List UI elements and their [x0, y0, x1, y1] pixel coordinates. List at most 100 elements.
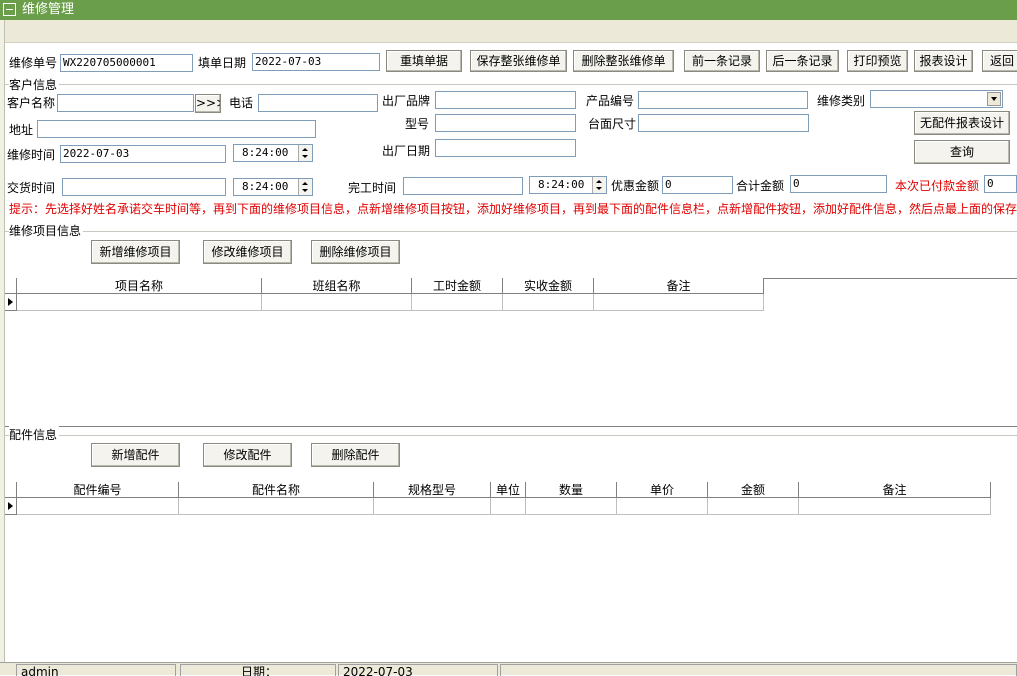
- table-cell[interactable]: [799, 498, 991, 515]
- add-repair-item-button[interactable]: 新增维修项目: [91, 240, 180, 264]
- edit-repair-item-button[interactable]: 修改维修项目: [203, 240, 292, 264]
- customer-section-title: 客户信息: [9, 76, 60, 94]
- col-labor-amount[interactable]: 工时金额: [412, 278, 503, 294]
- col-remarks[interactable]: 备注: [594, 278, 764, 294]
- fill-date-label: 填单日期: [198, 56, 247, 70]
- prev-record-button[interactable]: 前一条记录: [684, 50, 760, 72]
- address-field[interactable]: [37, 120, 316, 138]
- total-label: 合计金额: [736, 179, 785, 193]
- parts-grid[interactable]: 配件编号 配件名称 规格型号 单位 数量 单价 金额 备注: [5, 482, 991, 516]
- repair-time-field[interactable]: 8:24:00: [233, 144, 313, 162]
- edit-part-button[interactable]: 修改配件: [203, 443, 292, 467]
- table-cell[interactable]: [526, 498, 617, 515]
- factory-brand-label: 出厂品牌: [382, 94, 431, 108]
- status-date-label: 日期：: [180, 664, 336, 676]
- finish-date-field[interactable]: [403, 177, 523, 195]
- window-title: 维修管理: [22, 2, 75, 17]
- col-received-amount[interactable]: 实收金额: [503, 278, 594, 294]
- table-cell[interactable]: [17, 294, 262, 311]
- finish-time-value: 8:24:00: [538, 178, 585, 191]
- status-user: admin: [16, 664, 176, 676]
- status-date-value: 2022-07-03: [338, 664, 498, 676]
- product-no-label: 产品编号: [586, 94, 635, 108]
- parts-section-title: 配件信息: [9, 426, 60, 444]
- finish-time-field[interactable]: 8:24:00: [529, 176, 607, 194]
- customer-name-field[interactable]: [57, 94, 194, 112]
- product-no-field[interactable]: [638, 91, 808, 109]
- total-field[interactable]: 0: [790, 175, 887, 193]
- table-cell[interactable]: [179, 498, 374, 515]
- save-order-button[interactable]: 保存整张维修单: [470, 50, 567, 72]
- factory-date-field[interactable]: [435, 139, 576, 157]
- next-record-button[interactable]: 后一条记录: [766, 50, 839, 72]
- col-part-name[interactable]: 配件名称: [179, 482, 374, 498]
- fill-date-field[interactable]: 2022-07-03: [252, 53, 380, 71]
- add-part-button[interactable]: 新增配件: [91, 443, 180, 467]
- finish-time-label: 完工时间: [348, 181, 397, 195]
- delivery-time-spinner-icon[interactable]: [298, 179, 312, 195]
- customer-lookup-button[interactable]: >>>: [195, 94, 221, 113]
- table-cell[interactable]: [617, 498, 708, 515]
- table-cell[interactable]: [503, 294, 594, 311]
- hint-text: 提示：先选择好姓名承诺交车时间等，再到下面的维修项目信息，点新增维修项目按钮，添…: [9, 202, 1017, 216]
- col-spec[interactable]: 规格型号: [374, 482, 491, 498]
- col-amount[interactable]: 金额: [708, 482, 799, 498]
- repair-date-field[interactable]: 2022-07-03: [60, 145, 226, 163]
- address-label: 地址: [9, 123, 34, 137]
- paid-label: 本次已付款金额: [895, 179, 980, 193]
- parts-section-divider: [5, 435, 1017, 436]
- paid-field[interactable]: 0: [984, 175, 1017, 193]
- back-button[interactable]: 返回: [982, 50, 1017, 72]
- order-no-field[interactable]: WX220705000001: [60, 54, 193, 72]
- window-titlebar: 维修管理: [0, 0, 1017, 20]
- col-quantity[interactable]: 数量: [526, 482, 617, 498]
- model-label: 型号: [405, 117, 430, 131]
- delete-order-button[interactable]: 删除整张维修单: [573, 50, 674, 72]
- delivery-time-value: 8:24:00: [242, 180, 289, 193]
- factory-brand-field[interactable]: [435, 91, 576, 109]
- table-cell[interactable]: [374, 498, 491, 515]
- table-size-label: 台面尺寸: [588, 117, 637, 131]
- col-part-remarks[interactable]: 备注: [799, 482, 991, 498]
- phone-label: 电话: [229, 96, 254, 110]
- delivery-time-field[interactable]: 8:24:00: [233, 178, 313, 196]
- delivery-time-label: 交货时间: [7, 181, 56, 195]
- row-indicator-icon: [5, 294, 17, 311]
- col-team-name[interactable]: 班组名称: [262, 278, 412, 294]
- reset-button[interactable]: 重填单据: [386, 50, 462, 72]
- factory-date-label: 出厂日期: [382, 144, 431, 158]
- table-cell[interactable]: [262, 294, 412, 311]
- order-no-label: 维修单号: [9, 56, 58, 70]
- col-part-no[interactable]: 配件编号: [17, 482, 179, 498]
- chevron-down-icon[interactable]: [987, 92, 1001, 106]
- col-item-name[interactable]: 项目名称: [17, 278, 262, 294]
- table-cell[interactable]: [412, 294, 503, 311]
- grid-corner: [5, 278, 17, 294]
- finish-time-spinner-icon[interactable]: [592, 177, 606, 193]
- table-cell[interactable]: [594, 294, 764, 311]
- phone-field[interactable]: [258, 94, 378, 112]
- print-preview-button[interactable]: 打印预览: [847, 50, 908, 72]
- customer-section-divider: [5, 84, 1017, 85]
- report-design-button[interactable]: 报表设计: [914, 50, 973, 72]
- table-cell[interactable]: [17, 498, 179, 515]
- delete-repair-item-button[interactable]: 删除维修项目: [311, 240, 400, 264]
- no-parts-report-design-button[interactable]: 无配件报表设计: [914, 111, 1010, 135]
- repair-items-grid[interactable]: 项目名称 班组名称 工时金额 实收金额 备注: [5, 278, 764, 312]
- table-cell[interactable]: [708, 498, 799, 515]
- discount-field[interactable]: 0: [662, 176, 733, 194]
- customer-name-label: 客户名称: [7, 96, 56, 110]
- delete-part-button[interactable]: 删除配件: [311, 443, 400, 467]
- delivery-date-field[interactable]: [62, 178, 226, 196]
- col-unit[interactable]: 单位: [491, 482, 526, 498]
- query-button[interactable]: 查询: [914, 140, 1010, 164]
- toolbar-band: [5, 20, 1017, 43]
- row-indicator-icon: [5, 498, 17, 515]
- col-unit-price[interactable]: 单价: [617, 482, 708, 498]
- repair-type-select[interactable]: [870, 90, 1003, 108]
- table-size-field[interactable]: [638, 114, 809, 132]
- window-minimize-icon[interactable]: [3, 3, 16, 16]
- table-cell[interactable]: [491, 498, 526, 515]
- repair-time-spinner-icon[interactable]: [298, 145, 312, 161]
- model-field[interactable]: [435, 114, 576, 132]
